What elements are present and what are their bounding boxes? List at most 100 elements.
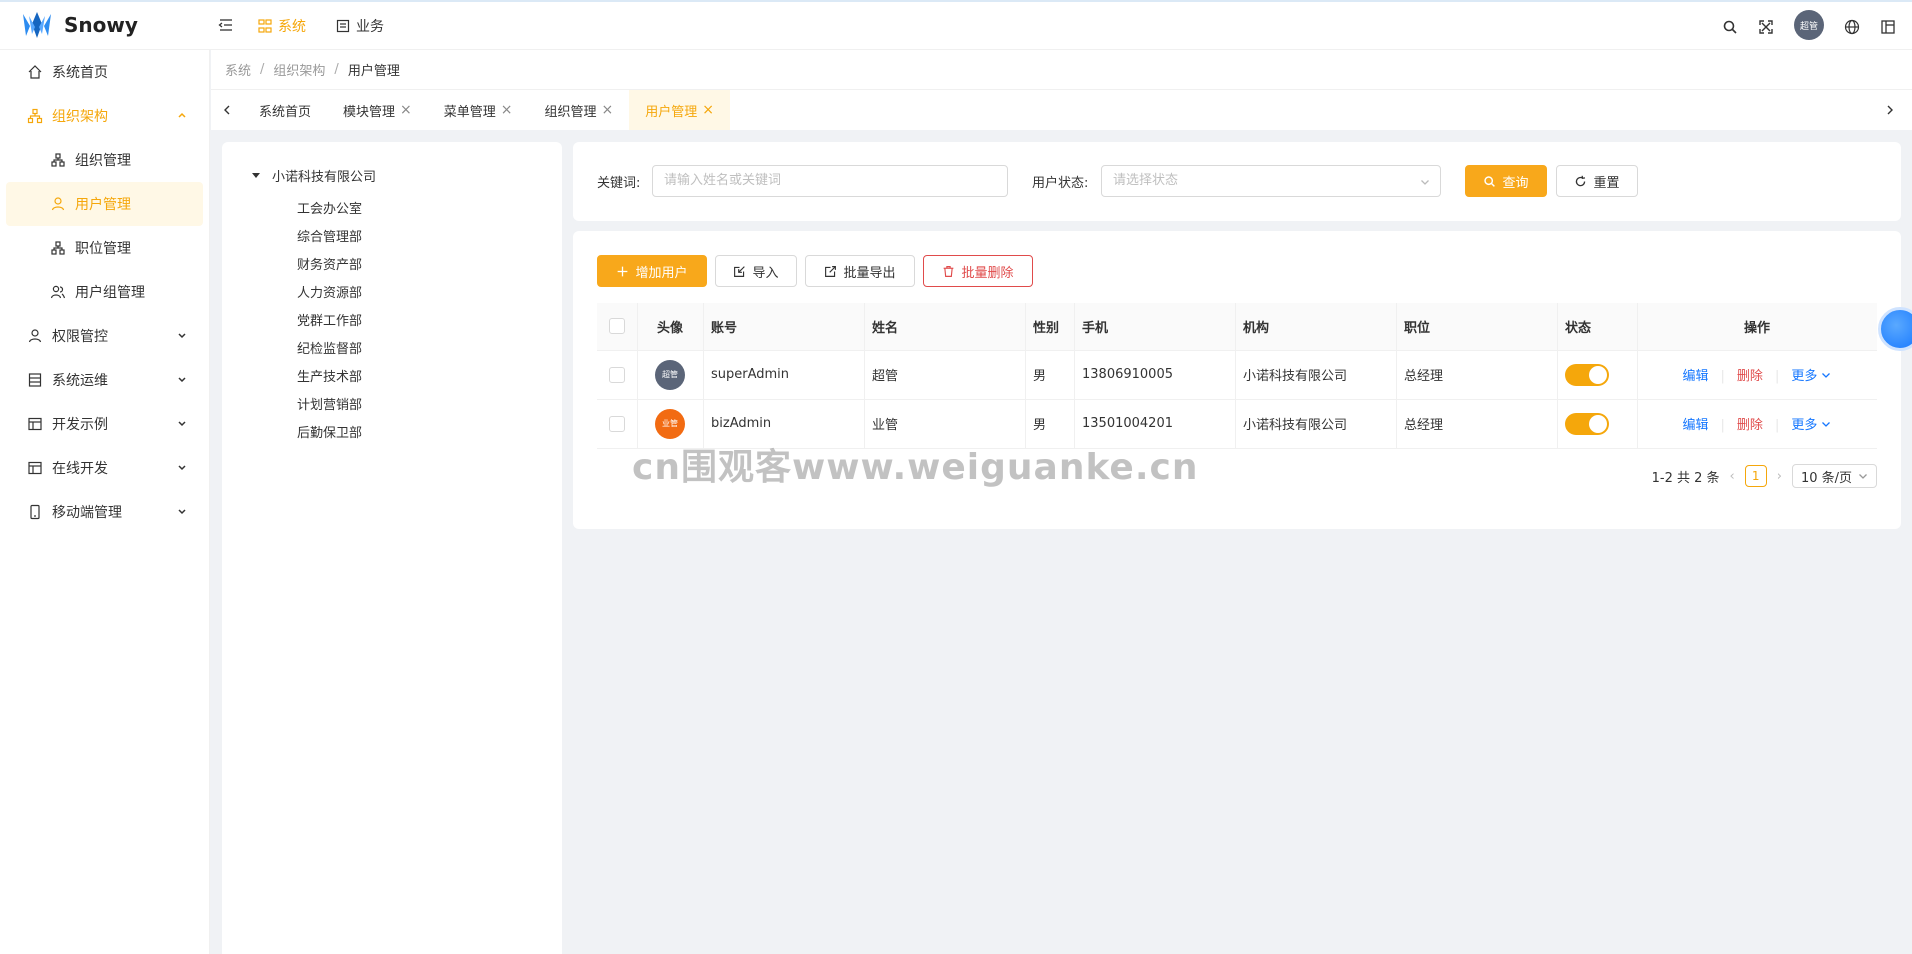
more-dropdown[interactable]: 更多 [1791, 369, 1831, 384]
sidebar-item-label: 开发示例 [52, 417, 108, 433]
breadcrumb-item[interactable]: 组织架构 [273, 60, 325, 79]
batch-export-button[interactable]: 批量导出 [805, 255, 915, 287]
status-switch[interactable] [1565, 412, 1609, 435]
breadcrumb-separator: / [334, 62, 339, 77]
tree-node[interactable]: 纪检监督部 [297, 336, 362, 364]
tabs-scroll-left-button[interactable] [211, 90, 243, 130]
topnav-system[interactable]: 系统 [258, 16, 306, 36]
keyword-input[interactable]: 请输入姓名或关键词 [652, 165, 1008, 197]
prev-page-button[interactable]: ‹ [1730, 469, 1735, 484]
sidebar-item-mobile[interactable]: 移动端管理 [0, 490, 209, 534]
tree-node[interactable]: 人力资源部 [297, 280, 362, 308]
header-select-all[interactable] [597, 303, 637, 351]
sidebar-item-dev-examples[interactable]: 开发示例 [0, 402, 209, 446]
import-label: 导入 [752, 265, 779, 281]
layout-settings-icon[interactable] [1880, 19, 1896, 35]
tab-bar: 系统首页 模块管理 × 菜单管理 × 组织管理 × 用户管理 × [211, 90, 1912, 130]
name-cell: 超管 [864, 350, 1025, 400]
org-icon [27, 108, 43, 124]
page-number[interactable]: 1 [1744, 465, 1767, 487]
close-icon[interactable]: × [702, 102, 714, 118]
import-button[interactable]: 导入 [715, 255, 797, 287]
chevron-left-icon [224, 105, 230, 115]
close-icon[interactable]: × [501, 102, 513, 118]
globe-icon[interactable] [1844, 19, 1860, 35]
gender-cell: 男 [1025, 350, 1074, 400]
sidebar-item-home[interactable]: 系统首页 [0, 50, 209, 94]
breadcrumb-item[interactable]: 系统 [225, 60, 251, 79]
divider: | [1774, 418, 1780, 433]
breadcrumb-current: 用户管理 [347, 64, 400, 79]
sidebar-item-ops[interactable]: 系统运维 [0, 358, 209, 402]
more-label: 更多 [1791, 418, 1818, 433]
checkbox[interactable] [609, 366, 625, 383]
header-actions: 超管 [1722, 10, 1896, 40]
tree-node[interactable]: 党群工作部 [297, 308, 362, 336]
checkbox[interactable] [609, 415, 625, 432]
row-select[interactable] [597, 350, 637, 400]
breadcrumb: 系统 / 组织架构 / 用户管理 [211, 50, 1912, 90]
more-label: 更多 [1791, 369, 1818, 384]
snowy-logo-icon [23, 12, 51, 38]
status-select-placeholder: 请选择状态 [1113, 173, 1179, 188]
more-dropdown[interactable]: 更多 [1791, 418, 1831, 433]
tree-node[interactable]: 财务资产部 [297, 252, 362, 280]
tab-menu-manage[interactable]: 菜单管理 × [428, 90, 529, 130]
add-user-button[interactable]: 增加用户 [597, 255, 707, 287]
sidebar-sub-user-manage[interactable]: 用户管理 [6, 182, 203, 226]
close-icon[interactable]: × [400, 102, 412, 118]
sidebar-item-org[interactable]: 组织架构 [0, 94, 209, 138]
switch-knob [1589, 365, 1607, 384]
ops-cell: 编辑 | 删除 | 更多 [1637, 399, 1877, 449]
sidebar-sub-position-manage[interactable]: 职位管理 [0, 226, 209, 270]
sidebar-sub-org-manage[interactable]: 组织管理 [0, 138, 209, 182]
tree-node[interactable]: 工会办公室 [297, 196, 362, 224]
search-icon[interactable] [1722, 19, 1738, 35]
row-select[interactable] [597, 399, 637, 449]
tree-root-node[interactable]: 小诺科技有限公司 [252, 166, 376, 185]
sidebar-item-auth[interactable]: 权限管控 [0, 314, 209, 358]
gender-cell: 男 [1025, 399, 1074, 449]
search-form: 关键词: 请输入姓名或关键词 用户状态: 请选择状态 查询 重置 [573, 142, 1901, 221]
user-avatar[interactable]: 超管 [1794, 10, 1824, 40]
tree-node[interactable]: 综合管理部 [297, 224, 362, 252]
reset-button-label: 重置 [1593, 175, 1620, 191]
search-icon [1484, 175, 1496, 187]
delete-link[interactable]: 删除 [1737, 418, 1763, 433]
user-icon [51, 197, 65, 211]
menu-fold-icon[interactable] [218, 16, 234, 34]
tree-node[interactable]: 后勤保卫部 [297, 420, 362, 448]
tab-org-manage[interactable]: 组织管理 × [529, 90, 630, 130]
sidebar-item-online-dev[interactable]: 在线开发 [0, 446, 209, 490]
next-page-button[interactable]: › [1777, 469, 1782, 484]
fullscreen-icon[interactable] [1758, 19, 1774, 35]
batch-delete-button[interactable]: 批量删除 [923, 255, 1033, 287]
query-button[interactable]: 查询 [1465, 165, 1547, 197]
tabs-scroll-right-button[interactable] [1874, 90, 1906, 130]
chevron-down-icon [1822, 373, 1831, 378]
column-header: 职位 [1396, 303, 1557, 351]
status-switch[interactable] [1565, 363, 1609, 386]
delete-link[interactable]: 删除 [1737, 369, 1763, 384]
chevron-down-icon [178, 421, 186, 427]
sidebar-sub-usergroup-manage[interactable]: 用户组管理 [0, 270, 209, 314]
sidebar-sub-label: 组织管理 [75, 153, 131, 169]
tree-children: 工会办公室 综合管理部 财务资产部 人力资源部 党群工作部 纪检监督部 生产技术… [297, 196, 362, 448]
caret-down-icon[interactable] [252, 173, 260, 178]
status-select[interactable]: 请选择状态 [1101, 165, 1441, 197]
tree-node[interactable]: 生产技术部 [297, 364, 362, 392]
topnav-business[interactable]: 业务 [336, 16, 384, 36]
close-icon[interactable]: × [602, 102, 614, 118]
edit-link[interactable]: 编辑 [1683, 369, 1709, 384]
column-header: 操作 [1637, 303, 1877, 351]
sidebar-item-label: 移动端管理 [52, 505, 122, 521]
checkbox[interactable] [609, 318, 625, 335]
edit-link[interactable]: 编辑 [1683, 418, 1709, 433]
tree-node[interactable]: 计划营销部 [297, 392, 362, 420]
tab-user-manage[interactable]: 用户管理 × [629, 90, 731, 130]
tab-home[interactable]: 系统首页 [243, 90, 327, 130]
logo[interactable]: Snowy [20, 10, 138, 40]
tab-module-manage[interactable]: 模块管理 × [327, 90, 428, 130]
reset-button[interactable]: 重置 [1556, 165, 1638, 197]
page-size-select[interactable]: 10 条/页 [1791, 464, 1877, 488]
